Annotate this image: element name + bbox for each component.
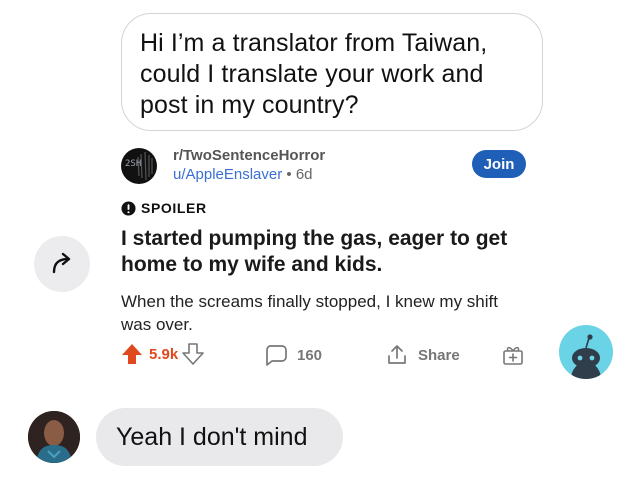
share-upload-icon — [388, 345, 406, 364]
share-button[interactable] — [34, 236, 90, 292]
exclamation-circle-icon — [121, 200, 136, 216]
share-post-button[interactable]: Share — [385, 343, 460, 367]
subreddit-name[interactable]: r/TwoSentenceHorror — [173, 147, 325, 164]
post-meta: u/AppleEnslaver • 6d — [173, 166, 313, 183]
gift-award-icon — [503, 346, 523, 365]
subreddit-avatar-text: 2SH — [125, 159, 142, 169]
post-age: 6d — [295, 166, 313, 183]
comment-count: 160 — [297, 346, 323, 364]
post-body: When the screams finally stopped, I knew… — [121, 292, 498, 334]
subreddit-avatar[interactable]: 2SH — [121, 148, 157, 184]
incoming-message-text: Yeah I don't mind — [116, 422, 308, 451]
snoo-figure — [571, 334, 601, 379]
meta-separator: • — [286, 166, 292, 183]
share-label: Share — [418, 346, 460, 364]
outgoing-message-bubble[interactable]: Hi I’m a translator from Taiwan, could I… — [121, 13, 543, 131]
post-title[interactable]: I started pumping the gas, eager to get … — [121, 226, 531, 278]
vote-group: 5.9k — [121, 343, 205, 365]
vote-score: 5.9k — [149, 345, 179, 363]
user-avatar[interactable] — [28, 411, 80, 463]
outgoing-message-line: could I translate your work and — [140, 60, 484, 88]
upvote-arrow-icon[interactable] — [121, 343, 143, 365]
reddit-snoo-icon[interactable] — [559, 325, 613, 379]
spoiler-label: SPOILER — [141, 200, 207, 216]
share-arrow-icon — [52, 252, 71, 274]
author-link[interactable]: u/AppleEnslaver — [173, 166, 282, 183]
award-button[interactable] — [501, 343, 525, 367]
join-button[interactable]: Join — [472, 150, 526, 178]
comment-bubble-icon — [266, 345, 287, 366]
comments-button[interactable]: 160 — [264, 343, 322, 367]
reddit-post-card[interactable]: 2SH r/TwoSentenceHorror u/AppleEnslaver … — [121, 138, 533, 378]
user-avatar-photo — [28, 411, 80, 463]
outgoing-message-line: Hi I’m a translator from Taiwan, — [140, 29, 488, 57]
outgoing-message-line: post in my country? — [140, 91, 359, 119]
spoiler-tag: SPOILER — [121, 200, 207, 216]
incoming-message-bubble[interactable]: Yeah I don't mind — [96, 408, 343, 466]
post-action-bar: 5.9k 160 Share — [121, 343, 533, 373]
downvote-arrow-icon[interactable] — [182, 343, 205, 365]
